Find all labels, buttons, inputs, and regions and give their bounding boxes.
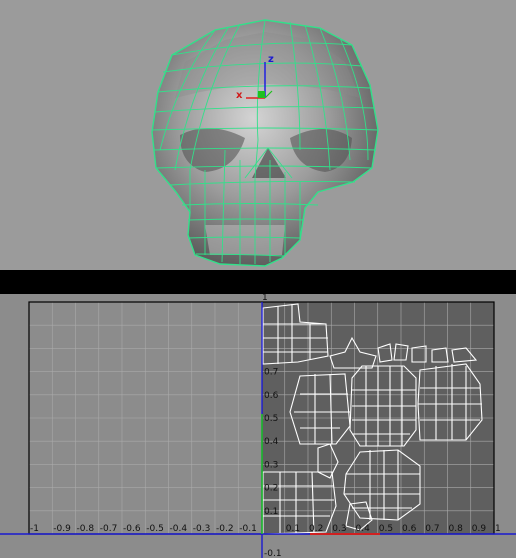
u-tick-label: 0.9 [472, 524, 487, 534]
u-tick-label: -0.4 [170, 524, 188, 534]
v-tick-label: 0.3 [264, 460, 278, 470]
viewport-canvas[interactable]: z x [0, 0, 516, 270]
z-axis-label: z [268, 54, 274, 65]
v-tick-label: 0.4 [264, 437, 279, 447]
x-axis-label: x [236, 90, 243, 101]
panel-separator[interactable] [0, 270, 516, 294]
u-tick-label: 0.7 [425, 524, 439, 534]
u-tick-label: 0.3 [332, 524, 346, 534]
u-tick-label: -0.1 [239, 524, 257, 534]
u-tick-label: -0.2 [216, 524, 234, 534]
y-axis-handle[interactable] [258, 91, 265, 98]
u-tick-label: 0.4 [356, 524, 371, 534]
u-tick-label: 1 [495, 524, 501, 534]
u-tick-label: 0.6 [402, 524, 417, 534]
u-tick-label: 0.2 [309, 524, 323, 534]
u-tick-label: 0.5 [379, 524, 393, 534]
v-tick-label: 0.5 [264, 414, 278, 424]
u-tick-label: -0.9 [53, 524, 71, 534]
u-tick-label: -0.5 [146, 524, 164, 534]
u-tick-label: -0.6 [123, 524, 141, 534]
u-tick-label: -0.8 [77, 524, 95, 534]
u-tick-label: -0.3 [193, 524, 211, 534]
uv-canvas[interactable]: -1 -0.9 -0.8 -0.7 -0.6 -0.5 -0.4 -0.3 -0.2 -0.1 0.… [0, 294, 516, 558]
u-tick-label: -0.7 [100, 524, 118, 534]
u-tick-label: -1 [30, 524, 39, 534]
skull-mesh[interactable] [151, 19, 379, 267]
perspective-viewport[interactable]: z x [0, 0, 516, 270]
u-tick-label: 0.1 [286, 524, 300, 534]
v-tick-label-below: -0.1 [264, 549, 282, 558]
u-tick-label: 0.8 [449, 524, 464, 534]
v-tick-label: 0.1 [264, 507, 278, 517]
uv-texture-editor[interactable]: -1 -0.9 -0.8 -0.7 -0.6 -0.5 -0.4 -0.3 -0.2 -0.1 0.… [0, 294, 516, 558]
v-tick-label: 0.2 [264, 484, 278, 494]
v-tick-label-top: 1 [262, 294, 268, 303]
v-tick-label: 0.7 [264, 368, 278, 378]
v-tick-label: 0.6 [264, 391, 279, 401]
